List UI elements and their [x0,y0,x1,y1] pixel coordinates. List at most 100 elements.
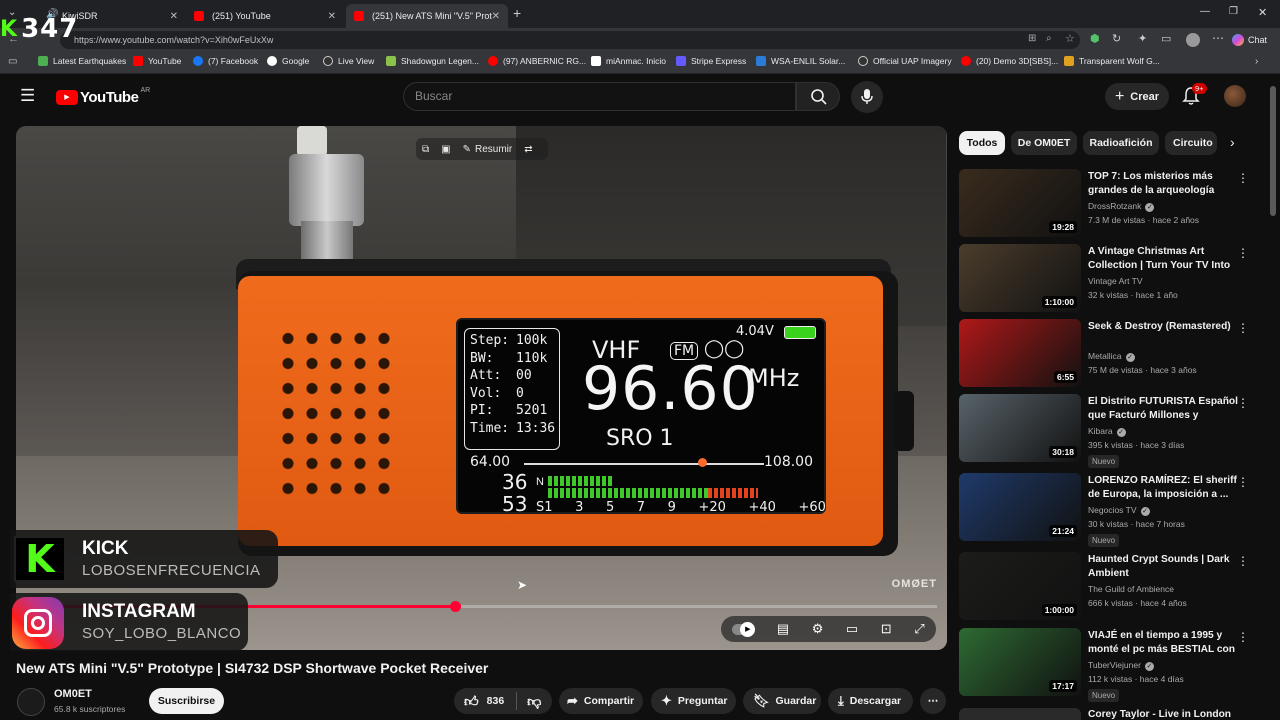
bookmark-item[interactable]: Stripe Express [676,56,746,66]
zoom-icon[interactable]: ⌕ [1046,33,1052,44]
summarize-label[interactable]: Resumir [475,144,512,155]
chip-from-channel[interactable]: De OM0ET [1011,131,1077,155]
page-scrollbar[interactable] [1270,86,1276,216]
close-window-icon[interactable]: ✕ [1258,6,1267,19]
more-options-icon[interactable]: ⋮ [1237,246,1249,260]
sidebar-toggle-icon[interactable]: ▭ [8,56,17,67]
subtitles-icon[interactable]: ▤ [777,621,789,637]
tab-youtube-home[interactable]: (251) YouTube ✕ [186,4,344,28]
search-input[interactable]: Buscar [403,82,796,111]
translate-icon[interactable]: ⇄ [524,144,532,155]
more-options-icon[interactable]: ⋮ [1237,475,1249,489]
chip-ham-radio[interactable]: Radioafición [1083,131,1159,155]
channel-avatar[interactable] [17,688,45,716]
video-thumbnail[interactable]: 30:18 [959,394,1081,462]
partial-next-thumb[interactable] [959,708,1081,720]
summarize-icon[interactable]: ✎ [463,144,471,155]
bookmark-item[interactable]: Live View [323,56,374,66]
fullscreen-icon[interactable]: ⤢ [914,621,924,637]
recommendation-title[interactable]: LORENZO RAMÍREZ: El sheriff de Europa, l… [1088,474,1238,502]
chip-circuit[interactable]: Circuito [1165,131,1217,155]
notifications-button[interactable]: 9+ [1182,83,1207,108]
subscribe-button[interactable]: Suscribirse [149,688,224,714]
chips-next-chevron-icon[interactable]: › [1230,134,1235,150]
video-thumbnail[interactable]: 17:17 [959,628,1081,696]
recommendation-card[interactable]: 6:55 Seek & Destroy (Remastered) Metallica… [959,319,1269,389]
split-icon[interactable]: ▭ [1161,32,1171,45]
recommendation-card[interactable]: 19:28 TOP 7: Los misterios más grandes de… [959,169,1269,239]
video-thumbnail[interactable]: 1:00:00 [959,552,1081,620]
recommendation-title[interactable]: TOP 7: Los misterios más grandes de la a… [1088,170,1238,198]
theater-mode-icon[interactable]: ▭ [846,621,858,637]
puzzle-icon[interactable]: ✦ [1138,32,1147,45]
more-options-icon[interactable]: ⋮ [1237,396,1249,410]
screenshot-icon[interactable]: ▣ [441,144,450,155]
new-tab-icon[interactable]: + [513,5,521,21]
close-tab-icon[interactable]: ✕ [170,11,178,22]
close-tab-icon[interactable]: ✕ [492,11,500,22]
recommendation-card[interactable]: 21:24 LORENZO RAMÍREZ: El sheriff de Euro… [959,473,1269,547]
recommendation-title[interactable]: Haunted Crypt Sounds | Dark Ambient [1088,553,1238,581]
recommendation-channel[interactable]: Kibara ✓ [1088,426,1126,437]
download-button[interactable]: ⤓ Descargar [828,688,913,714]
bookmark-item[interactable]: WSA-ENLIL Solar... [756,56,845,66]
recommendation-channel[interactable]: Metallica ✓ [1088,351,1135,362]
like-button[interactable]: 👍︎ 836 [454,693,504,710]
picture-in-picture-icon[interactable]: ⧉ [422,144,429,155]
recommendation-title[interactable]: A Vintage Christmas Art Collection | Tur… [1088,245,1238,273]
autoplay-toggle[interactable]: ▶ [732,621,756,637]
bookmark-item[interactable]: (7) Facebook [193,56,258,66]
dislike-button[interactable]: 👎︎ [527,693,541,710]
menu-dots-icon[interactable]: ⋯ [1212,31,1224,45]
more-options-icon[interactable]: ⋮ [1237,554,1249,568]
video-thumbnail[interactable]: 1:10:00 [959,244,1081,312]
more-options-icon[interactable]: ⋮ [1237,171,1249,185]
settings-gear-icon[interactable]: ⚙ [812,621,824,637]
recommendation-channel[interactable]: TuberViejuner ✓ [1088,660,1154,671]
restore-icon[interactable]: ❐ [1229,6,1238,17]
minimize-icon[interactable]: — [1200,6,1210,17]
chip-all[interactable]: Todos [959,131,1005,155]
avatar[interactable] [1224,85,1246,107]
video-thumbnail[interactable]: 6:55 [959,319,1081,387]
bookmark-item[interactable]: Latest Earthquakes [38,56,126,66]
recommendation-title[interactable]: VIAJÉ en el tiempo a 1995 y monté el pc … [1088,629,1238,657]
save-button[interactable]: 🔖︎ Guardar [743,688,821,714]
ask-button[interactable]: ✦ Preguntar [651,688,736,714]
channel-name[interactable]: OM0ET [54,688,92,700]
bookmark-star-icon[interactable]: ☆ [1065,32,1075,45]
recommendation-channel[interactable]: The Guild of Ambience [1088,584,1174,594]
chevron-right-icon[interactable]: › [1255,56,1258,67]
recommendation-card[interactable]: 17:17 VIAJÉ en el tiempo a 1995 y monté e… [959,628,1269,702]
cast-icon[interactable]: ⊡ [881,621,892,637]
recommendation-card[interactable]: 1:00:00 Haunted Crypt Sounds | Dark Ambie… [959,552,1269,622]
more-options-icon[interactable]: ⋮ [1237,321,1249,335]
profile-avatar[interactable] [1186,33,1200,47]
recommendation-title[interactable]: El Distrito FUTURISTA Español que Factur… [1088,395,1238,423]
recommendation-channel[interactable]: Vintage Art TV [1088,276,1143,286]
youtube-logo[interactable]: ▶ YouTube AR [56,87,150,106]
bookmark-item[interactable]: (97) ANBERNIC RG... [488,56,586,66]
more-actions-button[interactable]: ⋯ [920,688,946,714]
video-thumbnail[interactable]: 19:28 [959,169,1081,237]
bookmark-item[interactable]: Google [267,56,309,66]
recommendation-title[interactable]: Seek & Destroy (Remastered) [1088,320,1238,334]
recommendation-card[interactable]: 1:10:00 A Vintage Christmas Art Collectio… [959,244,1269,314]
bookmark-item[interactable]: Official UAP Imagery [858,56,952,66]
bookmark-item[interactable]: (20) Demo 3D[SBS]... [961,56,1058,66]
search-button[interactable] [796,82,840,111]
bookmark-item[interactable]: Transparent Wolf G... [1064,56,1160,66]
recommendation-channel[interactable]: Negocios TV ✓ [1088,505,1150,516]
partial-next-title[interactable]: Corey Taylor - Live in London [1088,709,1231,720]
extensions-icon[interactable]: ⊞ [1028,33,1036,44]
url-field[interactable]: https://www.youtube.com/watch?v=Xih0wFeU… [60,31,1080,49]
bookmark-item[interactable]: YouTube [133,56,181,66]
bookmark-item[interactable]: Shadowgun Legen... [386,56,479,66]
shield-icon[interactable]: ⬢ [1090,32,1100,45]
tab-current-video[interactable]: (251) New ATS Mini "V.5" Prototyp ✕ [346,4,508,28]
refresh-icon[interactable]: ↻ [1112,32,1121,45]
bookmark-item[interactable]: miAnmac. Inicio [591,56,666,66]
create-button[interactable]: + Crear [1105,83,1169,110]
hamburger-menu-icon[interactable]: ☰ [20,86,35,106]
share-button[interactable]: ➦ Compartir [559,688,643,714]
